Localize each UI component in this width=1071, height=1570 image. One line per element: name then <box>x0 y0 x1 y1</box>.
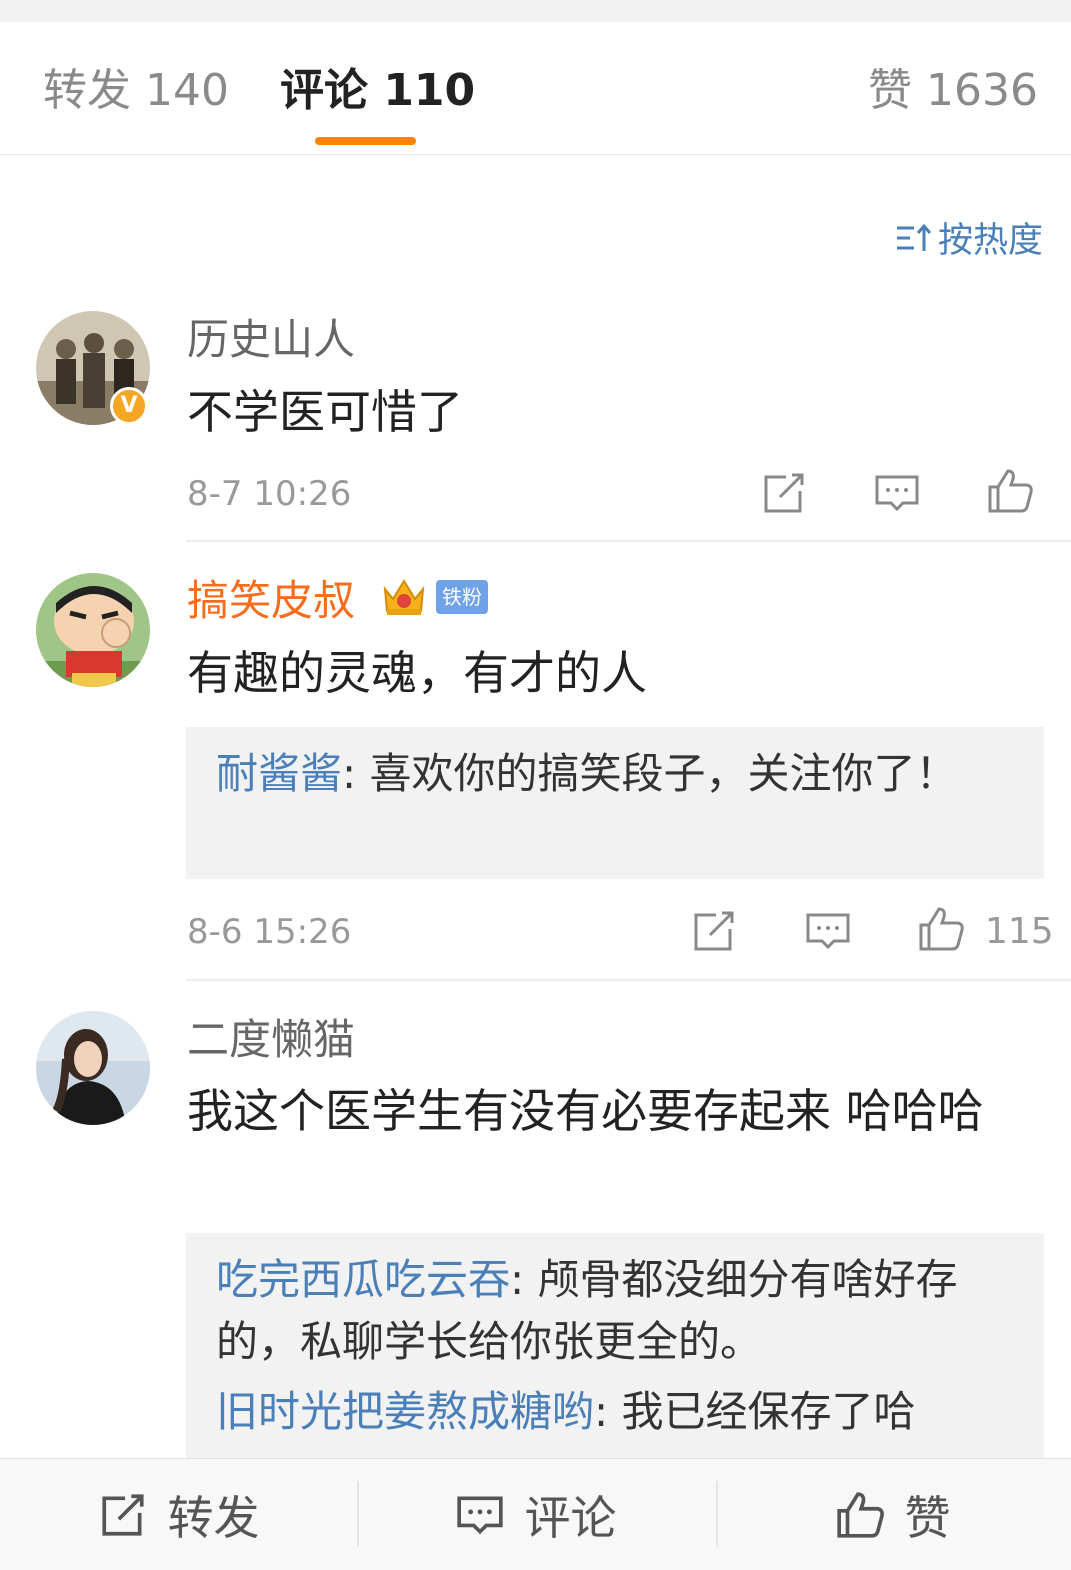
active-tab-indicator <box>315 137 416 145</box>
comment-username[interactable]: 二度懒猫 <box>187 1014 355 1066</box>
comment-icon <box>456 1496 503 1534</box>
reply-box[interactable]: 耐酱酱: 喜欢你的搞笑段子，关注你了！ <box>186 727 1044 879</box>
comment-time: 8-6 15:26 <box>187 912 352 952</box>
like-button[interactable]: 赞 <box>714 1459 1071 1570</box>
reply-text: : 我已经保存了哈 <box>594 1387 916 1436</box>
status-strip <box>0 0 1071 22</box>
comment-text: 有趣的灵魂，有才的人 <box>187 646 647 700</box>
like-count: 115 <box>985 911 1054 952</box>
crown-icon <box>383 579 425 615</box>
repost-icon <box>101 1493 144 1536</box>
reply-item: 吃完西瓜吃云吞: 颅骨都没细分有啥好存的，私聊学长给你张更全的。 <box>216 1249 1014 1373</box>
comment-button[interactable]: 评论 <box>357 1459 714 1570</box>
reply-item: 旧时光把姜熬成糖哟: 我已经保存了哈 <box>216 1381 1014 1443</box>
sort-by-heat-button[interactable]: 按热度 <box>896 212 1043 263</box>
verified-badge: V <box>110 387 148 425</box>
reply-text: : 喜欢你的搞笑段子，关注你了！ <box>342 749 958 798</box>
comment-username[interactable]: 搞笑皮叔 <box>187 575 355 627</box>
comment-icon[interactable] <box>804 907 852 955</box>
tab-repost[interactable]: 转发 140 <box>43 64 229 118</box>
divider <box>186 540 1071 542</box>
repost-icon[interactable] <box>760 469 808 517</box>
comment-text: 不学医可惜了 <box>187 385 463 439</box>
repost-button[interactable]: 转发 <box>0 1459 357 1570</box>
fan-badge: 铁粉 <box>436 580 488 614</box>
comment-username[interactable]: 历史山人 <box>187 314 355 366</box>
tab-comments[interactable]: 评论 110 <box>280 64 475 118</box>
repost-label: 转发 <box>167 1490 260 1545</box>
like-icon[interactable] <box>986 467 1034 515</box>
reply-username[interactable]: 吃完西瓜吃云吞 <box>216 1255 510 1304</box>
reply-username[interactable]: 耐酱酱 <box>216 749 342 798</box>
reply-box[interactable]: 吃完西瓜吃云吞: 颅骨都没细分有啥好存的，私聊学长给你张更全的。 旧时光把姜熬成… <box>186 1233 1044 1459</box>
comment-icon[interactable] <box>873 469 921 517</box>
comment-text: 我这个医学生有没有必要存起来 哈哈哈 <box>187 1084 984 1138</box>
bottom-action-bar: 转发 评论 赞 <box>0 1458 1071 1570</box>
like-label: 赞 <box>904 1490 951 1545</box>
comment-time: 8-7 10:26 <box>187 474 352 514</box>
reply-username[interactable]: 旧时光把姜熬成糖哟 <box>216 1387 594 1436</box>
avatar[interactable] <box>36 1011 150 1125</box>
like-icon[interactable] <box>917 905 965 953</box>
like-icon <box>836 1491 884 1538</box>
comment-label: 评论 <box>524 1490 617 1545</box>
avatar[interactable] <box>36 573 150 687</box>
sort-label: 按热度 <box>937 221 1043 261</box>
sort-icon <box>896 223 932 251</box>
divider <box>186 979 1071 981</box>
tab-bar: 转发 140 评论 110 赞 1636 <box>0 22 1071 155</box>
tab-likes[interactable]: 赞 1636 <box>868 64 1038 118</box>
repost-icon[interactable] <box>690 907 738 955</box>
